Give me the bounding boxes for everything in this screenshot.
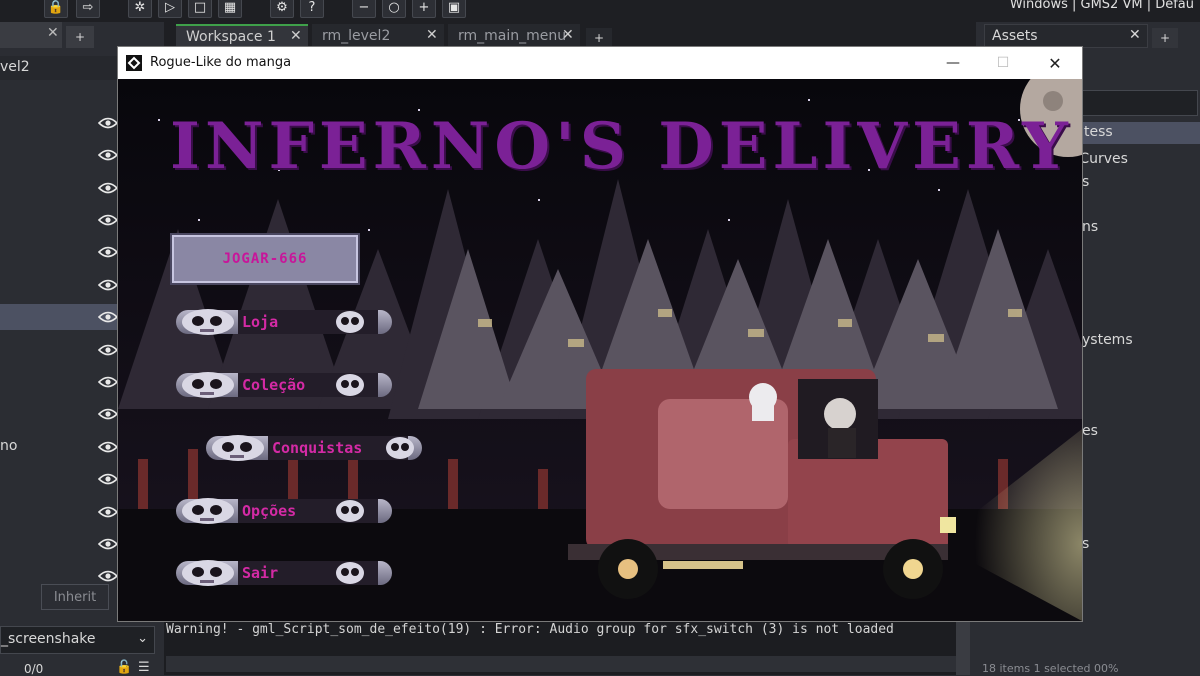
object-dropdown[interactable]: _screenshake ⌄ [0,626,155,654]
menu-item-loja[interactable]: Loja [176,307,392,337]
eye-icon[interactable] [98,117,118,129]
zoom-out-icon[interactable]: − [352,0,376,18]
console-scrollbar[interactable] [166,656,966,672]
game-window: Rogue-Like do manga — ☐ ✕ INFERNO'S DELI… [117,46,1083,622]
menu-item-conquistas[interactable]: Conquistas [206,433,422,463]
eye-icon[interactable] [98,570,118,582]
console-vertical-scrollbar[interactable] [956,620,970,675]
play-button[interactable]: JOGAR-666 [172,235,358,283]
skull-icon [336,311,364,333]
skull-icon [182,372,234,398]
menu-item-opcoes[interactable]: Opções [176,496,392,526]
add-tab-icon[interactable]: + [1152,28,1178,48]
assets-search-input[interactable] [1082,90,1198,116]
assets-status: 18 items 1 selected 00% [976,662,1200,675]
layer-counter: 0/0 [24,662,44,676]
lock-icon[interactable]: 🔒 [44,0,68,18]
eye-icon[interactable] [98,408,118,420]
settings-icon[interactable]: ⚙ [270,0,294,18]
skull-icon [336,562,364,584]
skull-icon [336,374,364,396]
tab-label: Assets [992,28,1038,44]
debug-icon[interactable]: ✲ [128,0,152,18]
skull-icon [182,498,234,524]
inherit-button[interactable]: Inherit [41,584,109,610]
skull-icon [182,309,234,335]
close-button[interactable]: ✕ [1032,47,1078,79]
game-window-titlebar[interactable]: Rogue-Like do manga — ☐ ✕ [118,47,1082,79]
add-tab-icon[interactable]: + [66,26,94,48]
game-window-title: Rogue-Like do manga [150,55,292,70]
eye-icon[interactable] [98,473,118,485]
eye-icon[interactable] [98,538,118,550]
stop-icon[interactable]: □ [188,0,212,18]
menu-icon[interactable]: ☰ [138,660,150,675]
asset-item[interactable]: ystems [1082,332,1133,348]
tab-label: rm_level2 [322,28,391,44]
help-icon[interactable]: ? [300,0,324,18]
skull-icon [386,437,414,459]
tab-label: rm_main_menu [458,28,567,44]
skull-icon [182,560,234,586]
eye-icon[interactable] [98,376,118,388]
close-icon[interactable]: ✕ [562,27,574,43]
left-panel-tab[interactable]: ✕ [0,22,62,48]
layer-label: no [0,438,18,454]
close-icon[interactable]: ✕ [290,28,302,44]
add-tab-icon[interactable]: + [586,28,612,48]
skull-icon [212,435,264,461]
minimize-button[interactable]: — [930,47,976,79]
asset-item[interactable]: s [1082,174,1089,190]
eye-icon[interactable] [98,279,118,291]
asset-item[interactable]: s [1082,536,1089,552]
tab-rm-main-menu[interactable]: rm_main_menu ✕ [448,24,580,48]
eye-icon[interactable] [98,311,118,323]
close-icon[interactable]: ✕ [1129,27,1141,43]
close-icon[interactable]: ✕ [47,25,59,41]
maximize-icon: ☐ [996,55,1010,71]
chevron-down-icon: ⌄ [137,631,148,646]
eye-icon[interactable] [98,506,118,518]
game-title: INFERNO'S DELIVERY [170,109,1073,184]
clean-icon[interactable]: ▦ [218,0,242,18]
close-icon[interactable]: ✕ [426,27,438,43]
run-icon[interactable]: ▷ [158,0,182,18]
skull-icon [336,500,364,522]
eye-icon[interactable] [98,149,118,161]
menu-item-sair[interactable]: Sair [176,558,392,588]
console-message: Warning! - gml_Script_som_de_efeito(19) … [166,622,894,637]
asset-item[interactable]: es [1082,423,1098,439]
fit-view-icon[interactable]: ▣ [442,0,466,18]
status-text: 18 items 1 selected 00% [982,662,1119,675]
target-selector[interactable]: Windows | GMS2 VM | Defau [1010,0,1194,12]
export-icon[interactable]: ⇨ [76,0,100,18]
tab-label: Workspace 1 [186,29,276,45]
eye-icon[interactable] [98,182,118,194]
dropdown-value: _screenshake [1,631,96,647]
zoom-in-icon[interactable]: + [412,0,436,18]
tab-rm-level2[interactable]: rm_level2 ✕ [312,24,444,48]
ide-toolbar: 🔒 ⇨ ✲ ▷ □ ▦ ⚙ ? − ○ + ▣ Windows | GMS2 V… [0,0,1200,22]
eye-icon[interactable] [98,441,118,453]
gamemaker-logo-icon [126,55,142,71]
close-icon: ✕ [1048,53,1062,73]
eye-icon[interactable] [98,344,118,356]
tab-assets[interactable]: Assets ✕ [984,24,1148,48]
maximize-button[interactable]: ☐ [980,47,1026,79]
lock-icon[interactable]: 🔓 [116,660,132,675]
room-name: vel2 [0,59,30,75]
eye-icon[interactable] [98,214,118,226]
menu-item-colecao[interactable]: Coleção [176,370,392,400]
asset-item[interactable]: ns [1082,219,1098,235]
minimize-icon: — [946,55,960,71]
asset-item[interactable]: tess [1084,124,1113,140]
eye-icon[interactable] [98,246,118,258]
zoom-reset-icon[interactable]: ○ [382,0,406,18]
